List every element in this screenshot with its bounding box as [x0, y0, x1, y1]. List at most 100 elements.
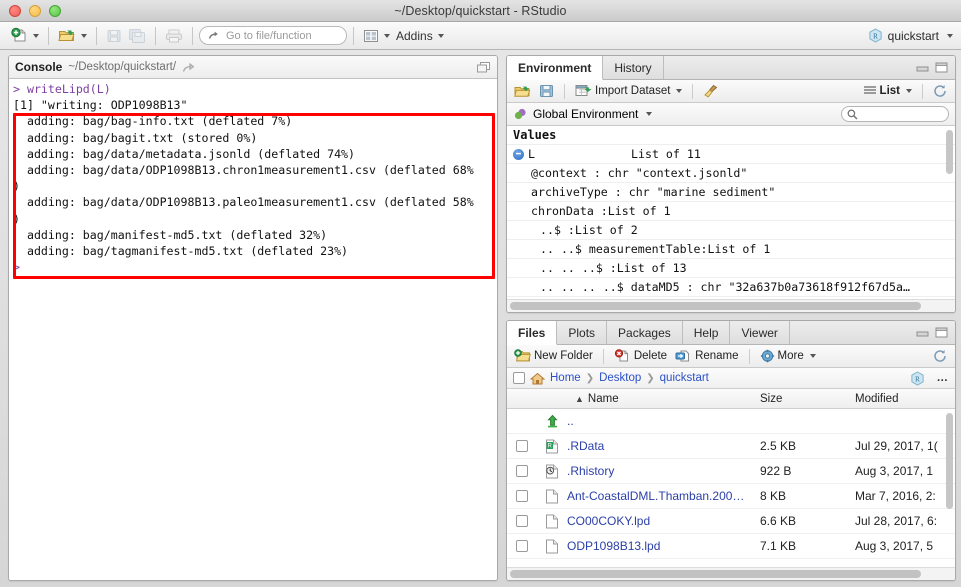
- file-name[interactable]: .Rhistory: [567, 464, 760, 478]
- environment-scope-caret-icon[interactable]: [646, 112, 653, 116]
- rename-button[interactable]: Rename: [673, 349, 740, 363]
- file-row[interactable]: CO00COKY.lpd 6.6 KB Jul 28, 2017, 6:: [507, 509, 955, 534]
- environment-row[interactable]: archiveType : chr "marine sediment": [507, 183, 955, 202]
- environment-row[interactable]: @context : chr "context.jsonld": [507, 164, 955, 183]
- import-dataset-caret-icon: [676, 89, 683, 93]
- workspace-panes-button[interactable]: [360, 25, 393, 47]
- load-workspace-button[interactable]: [512, 84, 533, 99]
- console-output[interactable]: > writeLipd(L) [1] "writing: ODP1098B13" …: [9, 79, 497, 580]
- file-select-checkbox[interactable]: [516, 540, 528, 552]
- tab-packages[interactable]: Packages: [607, 321, 683, 344]
- files-overflow-button[interactable]: …: [937, 372, 950, 384]
- environment-row[interactable]: L List of 11: [507, 145, 955, 164]
- file-size: 922 B: [760, 464, 792, 478]
- file-row[interactable]: ..: [507, 409, 955, 434]
- environment-search-input[interactable]: [841, 106, 949, 122]
- r-project-icon: R: [869, 28, 882, 43]
- files-refresh-button[interactable]: [931, 349, 950, 363]
- tab-files[interactable]: Files: [507, 321, 558, 345]
- file-select-checkbox[interactable]: [516, 440, 528, 452]
- files-r-project-icon[interactable]: R: [910, 370, 925, 386]
- panes-caret-icon[interactable]: [384, 33, 390, 38]
- files-more-button[interactable]: More: [758, 349, 818, 363]
- print-button[interactable]: [162, 25, 186, 47]
- project-indicator[interactable]: R quickstart: [868, 28, 953, 43]
- new-folder-button[interactable]: New Folder: [512, 349, 595, 363]
- console-title: Console: [15, 60, 63, 74]
- delete-button[interactable]: Delete: [612, 349, 669, 363]
- files-header-size[interactable]: Size: [760, 393, 855, 405]
- environment-row[interactable]: .. ..$ measurementTable:List of 1: [507, 240, 955, 259]
- files-maximize-icon[interactable]: [935, 327, 948, 338]
- home-icon[interactable]: [530, 372, 545, 385]
- environment-view-mode-button[interactable]: List: [861, 85, 914, 97]
- breadcrumb-quickstart[interactable]: quickstart: [660, 372, 709, 384]
- environment-vertical-scrollbar[interactable]: [946, 130, 953, 174]
- file-row[interactable]: .Rhistory 922 B Aug 3, 2017, 1: [507, 459, 955, 484]
- file-row-checkbox-cell: [507, 465, 537, 477]
- environment-object-list[interactable]: Values L List of 11 @context : chr "contex…: [507, 126, 955, 299]
- console-path: ~/Desktop/quickstart/: [68, 61, 177, 73]
- save-button[interactable]: [103, 25, 125, 47]
- breadcrumb-desktop[interactable]: Desktop: [599, 372, 641, 384]
- environment-horizontal-scrollbar[interactable]: [507, 299, 955, 312]
- new-file-button[interactable]: [8, 25, 42, 47]
- open-file-caret-icon[interactable]: [81, 33, 87, 38]
- environment-refresh-button[interactable]: [931, 84, 950, 98]
- addins-button[interactable]: Addins: [393, 25, 447, 47]
- open-file-button[interactable]: [55, 25, 90, 47]
- expand-collapse-icon[interactable]: [513, 148, 524, 160]
- files-horizontal-scrollbar[interactable]: [507, 567, 955, 580]
- files-list[interactable]: .. R .RData 2.5 KB Jul 29, 2017, 1(.Rhistory…: [507, 409, 955, 567]
- clear-objects-button[interactable]: [701, 84, 721, 98]
- files-header-modified[interactable]: Modified: [855, 393, 955, 405]
- tab-plots[interactable]: Plots: [557, 321, 608, 344]
- file-name[interactable]: ..: [567, 414, 760, 428]
- tab-environment[interactable]: Environment: [507, 56, 604, 80]
- tab-help[interactable]: Help: [683, 321, 731, 344]
- environment-row[interactable]: ..$ :List of 2: [507, 221, 955, 240]
- files-hscroll-thumb[interactable]: [510, 570, 922, 578]
- environment-hscroll-thumb[interactable]: [510, 302, 922, 310]
- file-row-checkbox-cell: [507, 440, 537, 452]
- environment-row[interactable]: .. .. ..$ :List of 13: [507, 259, 955, 278]
- toolbar-divider: [192, 26, 193, 45]
- import-dataset-button[interactable]: Import Dataset: [573, 84, 684, 98]
- rename-label: Rename: [695, 350, 739, 362]
- file-name[interactable]: .RData: [567, 439, 760, 453]
- new-file-caret-icon[interactable]: [33, 33, 39, 38]
- files-rows: .. R .RData 2.5 KB Jul 29, 2017, 1(.Rhistory…: [507, 409, 955, 559]
- environment-scope-label[interactable]: Global Environment: [533, 107, 638, 121]
- tab-viewer[interactable]: Viewer: [730, 321, 790, 344]
- breadcrumb-home[interactable]: Home: [550, 372, 581, 384]
- tab-environment-label: Environment: [518, 60, 592, 75]
- file-select-checkbox[interactable]: [516, 465, 528, 477]
- pane-container: Console ~/Desktop/quickstart/ > writeLip…: [0, 50, 961, 587]
- console-share-icon[interactable]: [182, 61, 197, 74]
- files-pane: Files Plots Packages Help Viewer New Fol…: [506, 320, 956, 581]
- tab-history[interactable]: History: [603, 56, 664, 79]
- files-toolbar: New Folder Delete Rename More: [507, 345, 955, 368]
- environment-minimize-icon[interactable]: [916, 62, 929, 73]
- file-name[interactable]: ODP1098B13.lpd: [567, 539, 760, 553]
- file-name[interactable]: CO00COKY.lpd: [567, 514, 760, 528]
- environment-pane: Environment History Import Dataset List …: [506, 55, 956, 313]
- environment-maximize-icon[interactable]: [935, 62, 948, 73]
- files-header-name[interactable]: ▲ Name: [567, 393, 760, 405]
- console-maximize-icon[interactable]: [476, 61, 491, 74]
- environment-row[interactable]: chronData :List of 1: [507, 202, 955, 221]
- file-row[interactable]: R .RData 2.5 KB Jul 29, 2017, 1(: [507, 434, 955, 459]
- goto-file-function-input[interactable]: Go to file/function: [199, 26, 347, 45]
- files-vertical-scrollbar[interactable]: [946, 413, 953, 509]
- file-select-checkbox[interactable]: [516, 515, 528, 527]
- rstudio-window: ~/Desktop/quickstart - RStudio Go to fil…: [0, 0, 961, 587]
- save-all-button[interactable]: [125, 25, 149, 47]
- select-all-files-checkbox[interactable]: [513, 372, 525, 384]
- file-row[interactable]: ODP1098B13.lpd 7.1 KB Aug 3, 2017, 5: [507, 534, 955, 559]
- files-minimize-icon[interactable]: [916, 327, 929, 338]
- save-workspace-button[interactable]: [537, 84, 556, 98]
- environment-row[interactable]: .. .. .. ..$ dataMD5 : chr "32a637b0a736…: [507, 278, 955, 297]
- file-select-checkbox[interactable]: [516, 490, 528, 502]
- file-name[interactable]: Ant-CoastalDML.Thamban.200…: [567, 489, 760, 503]
- file-row[interactable]: Ant-CoastalDML.Thamban.200… 8 KB Mar 7, 20…: [507, 484, 955, 509]
